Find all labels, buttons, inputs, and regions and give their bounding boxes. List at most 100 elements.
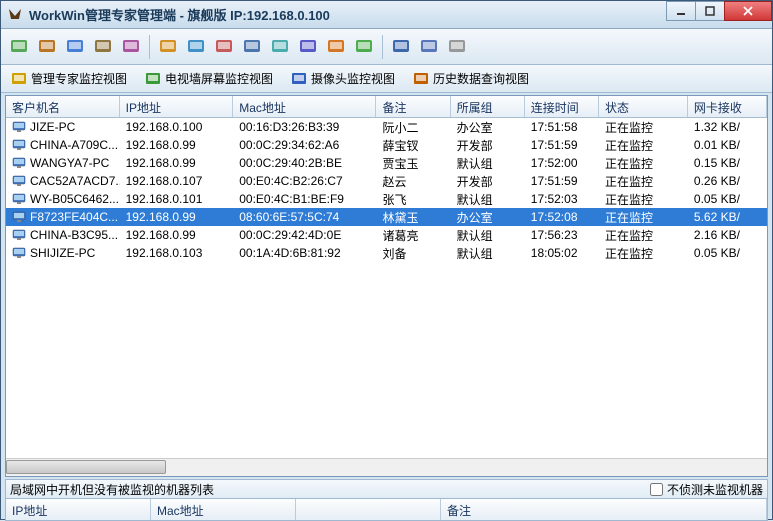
refresh-icon[interactable] — [296, 35, 320, 59]
view-tab-0[interactable]: 管理专家监控视图 — [7, 68, 131, 89]
table-row[interactable]: WANGYA7-PC192.168.0.9900:0C:29:40:2B:BE贾… — [6, 154, 767, 172]
cell-remark: 赵云 — [376, 172, 450, 191]
cell-time: 18:05:02 — [525, 245, 599, 261]
computer-icon — [12, 229, 26, 241]
cell-time: 17:52:00 — [525, 155, 599, 171]
toolbar — [1, 29, 772, 65]
cell-mac: 00:E0:4C:B1:BE:F9 — [233, 191, 376, 207]
col-status[interactable]: 状态 — [599, 96, 688, 117]
tab-label: 管理专家监控视图 — [31, 70, 127, 87]
cell-remark: 林黛玉 — [376, 208, 450, 227]
window-buttons — [667, 1, 772, 28]
computer-icon — [12, 193, 26, 205]
cell-name: WANGYA7-PC — [6, 155, 120, 171]
report-icon[interactable] — [324, 35, 348, 59]
cell-rx: 0.15 KB/ — [688, 155, 767, 171]
contact-icon[interactable] — [417, 35, 441, 59]
view-tab-1[interactable]: 电视墙屏幕监控视图 — [141, 68, 277, 89]
tab-icon — [413, 71, 429, 87]
table-row[interactable]: WY-B05C6462...192.168.0.10100:E0:4C:B1:B… — [6, 190, 767, 208]
bottom-header: 局域网中开机但没有被监视的机器列表 不侦测未监视机器 — [5, 479, 768, 499]
bottom-panel: 局域网中开机但没有被监视的机器列表 不侦测未监视机器 IP地址 Mac地址 备注 — [5, 479, 768, 521]
screen-icon[interactable] — [63, 35, 87, 59]
cell-mac: 08:60:6E:57:5C:74 — [233, 209, 376, 225]
cell-mac: 00:1A:4D:6B:81:92 — [233, 245, 376, 261]
horizontal-scrollbar[interactable] — [6, 458, 767, 476]
bcol-remark[interactable]: 备注 — [441, 499, 767, 520]
cell-time: 17:56:23 — [525, 227, 599, 243]
minimize-button[interactable] — [666, 1, 696, 21]
bcol-empty[interactable] — [296, 499, 441, 520]
cell-name: CHINA-A709C... — [6, 137, 120, 153]
toolbar-separator — [149, 35, 150, 59]
tab-icon — [291, 71, 307, 87]
user-icon[interactable] — [389, 35, 413, 59]
folder-icon[interactable] — [156, 35, 180, 59]
cell-rx: 0.05 KB/ — [688, 191, 767, 207]
cell-rx: 0.26 KB/ — [688, 173, 767, 189]
cell-rx: 2.16 KB/ — [688, 227, 767, 243]
table-row[interactable]: F8723FE404C...192.168.0.9908:60:6E:57:5C… — [6, 208, 767, 226]
col-mac[interactable]: Mac地址 — [233, 96, 376, 117]
table-row[interactable]: CAC52A7ACD7...192.168.0.10700:E0:4C:B2:2… — [6, 172, 767, 190]
col-time[interactable]: 连接时间 — [525, 96, 599, 117]
cell-status: 正在监控 — [599, 190, 688, 209]
view-tab-2[interactable]: 摄像头监控视图 — [287, 68, 399, 89]
computer-icon — [12, 157, 26, 169]
close-button[interactable] — [724, 1, 772, 21]
capture-icon[interactable] — [91, 35, 115, 59]
tab-label: 历史数据查询视图 — [433, 70, 529, 87]
cell-ip: 192.168.0.101 — [120, 191, 234, 207]
maximize-button[interactable] — [695, 1, 725, 21]
cell-group: 默认组 — [451, 190, 525, 209]
computer-icon — [12, 175, 26, 187]
col-group[interactable]: 所属组 — [451, 96, 525, 117]
view-tab-3[interactable]: 历史数据查询视图 — [409, 68, 533, 89]
cell-remark: 刘备 — [376, 244, 450, 263]
cell-group: 默认组 — [451, 154, 525, 173]
grid-header: 客户机名 IP地址 Mac地址 备注 所属组 连接时间 状态 网卡接收 — [6, 96, 767, 118]
table-row[interactable]: CHINA-A709C...192.168.0.9900:0C:29:34:62… — [6, 136, 767, 154]
cell-mac: 00:0C:29:40:2B:BE — [233, 155, 376, 171]
cell-name: CHINA-B3C95... — [6, 227, 120, 243]
cell-name: JIZE-PC — [6, 119, 120, 135]
cell-remark: 诸葛亮 — [376, 226, 450, 245]
scrollbar-thumb[interactable] — [6, 460, 166, 474]
video-icon[interactable] — [352, 35, 376, 59]
table-row[interactable]: CHINA-B3C95...192.168.0.9900:0C:29:42:4D… — [6, 226, 767, 244]
cell-group: 办公室 — [451, 118, 525, 137]
cell-ip: 192.168.0.99 — [120, 227, 234, 243]
col-remark[interactable]: 备注 — [376, 96, 450, 117]
bcol-ip[interactable]: IP地址 — [6, 499, 151, 520]
table-row[interactable]: JIZE-PC192.168.0.10000:16:D3:26:B3:39阮小二… — [6, 118, 767, 136]
no-detect-checkbox[interactable]: 不侦测未监视机器 — [650, 481, 763, 498]
cell-group: 默认组 — [451, 244, 525, 263]
no-detect-checkbox-input[interactable] — [650, 483, 663, 496]
cell-ip: 192.168.0.107 — [120, 173, 234, 189]
col-clientname[interactable]: 客户机名 — [6, 96, 120, 117]
bcol-mac[interactable]: Mac地址 — [151, 499, 296, 520]
cell-ip: 192.168.0.103 — [120, 245, 234, 261]
cell-status: 正在监控 — [599, 118, 688, 137]
view-tabs: 管理专家监控视图 电视墙屏幕监控视图摄像头监控视图 历史数据查询视图 — [1, 65, 772, 93]
search-icon[interactable] — [268, 35, 292, 59]
bottom-grid-header: IP地址 Mac地址 备注 — [5, 499, 768, 521]
computers-icon[interactable] — [35, 35, 59, 59]
cell-time: 17:51:59 — [525, 173, 599, 189]
wall-icon[interactable] — [119, 35, 143, 59]
col-rx[interactable]: 网卡接收 — [688, 96, 767, 117]
help-icon[interactable] — [445, 35, 469, 59]
session-icon[interactable] — [7, 35, 31, 59]
tab-label: 电视墙屏幕监控视图 — [165, 70, 273, 87]
col-ip[interactable]: IP地址 — [120, 96, 234, 117]
globe-icon[interactable] — [240, 35, 264, 59]
cell-status: 正在监控 — [599, 136, 688, 155]
export-icon[interactable] — [184, 35, 208, 59]
cell-time: 17:51:59 — [525, 137, 599, 153]
computer-icon — [12, 139, 26, 151]
settings-icon[interactable] — [212, 35, 236, 59]
cell-group: 办公室 — [451, 208, 525, 227]
table-row[interactable]: SHIJIZE-PC192.168.0.10300:1A:4D:6B:81:92… — [6, 244, 767, 262]
app-icon — [7, 7, 23, 23]
cell-ip: 192.168.0.99 — [120, 209, 234, 225]
